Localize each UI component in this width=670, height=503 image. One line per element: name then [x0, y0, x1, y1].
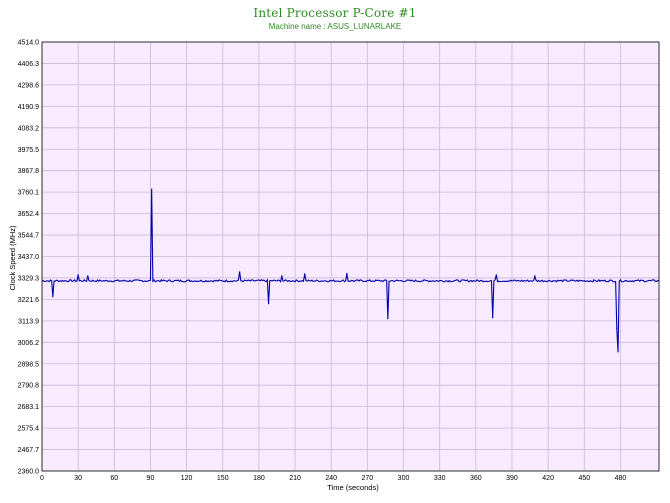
x-tick-label: 120 — [181, 475, 193, 482]
x-tick-label: 90 — [147, 475, 155, 482]
data-point — [495, 274, 497, 276]
data-point — [492, 317, 494, 319]
x-tick-label: 270 — [362, 475, 374, 482]
x-tick-label: 330 — [434, 475, 446, 482]
data-point — [77, 274, 79, 276]
y-tick-label: 3652.4 — [18, 211, 40, 218]
y-tick-label: 2898.5 — [18, 361, 40, 368]
x-axis-label: Time (seconds) — [327, 483, 379, 492]
x-tick-label: 240 — [325, 475, 337, 482]
y-tick-label: 2790.8 — [18, 383, 40, 390]
y-tick-label: 4190.9 — [18, 104, 40, 111]
y-tick-label: 3867.8 — [18, 168, 40, 175]
y-tick-label: 4514.0 — [18, 40, 40, 47]
x-tick-label: 210 — [289, 475, 301, 482]
data-point — [617, 351, 619, 353]
x-tick-label: 390 — [506, 475, 518, 482]
y-tick-label: 3975.5 — [18, 147, 40, 154]
y-axis-label: Clock Speed (MHz) — [8, 225, 17, 291]
x-tick-label: 450 — [578, 475, 590, 482]
data-point — [52, 296, 54, 298]
x-tick-label: 30 — [74, 475, 82, 482]
y-tick-label: 4083.2 — [18, 125, 40, 132]
data-point — [346, 272, 348, 275]
x-tick-label: 300 — [398, 475, 410, 482]
x-tick-label: 480 — [615, 475, 627, 482]
x-tick-label: 150 — [217, 475, 229, 482]
x-tick-label: 0 — [40, 475, 44, 482]
y-tick-label: 3221.6 — [18, 297, 40, 304]
y-tick-label: 3437.0 — [18, 254, 40, 261]
x-tick-label: 180 — [253, 475, 265, 482]
data-point — [304, 273, 306, 275]
x-tick-label: 420 — [542, 475, 554, 482]
y-tick-label: 3329.3 — [18, 275, 40, 282]
data-point — [387, 318, 389, 320]
y-tick-label: 3006.2 — [18, 340, 40, 347]
y-tick-label: 2683.1 — [18, 404, 40, 411]
data-point — [281, 275, 283, 277]
y-tick-label: 4406.3 — [18, 61, 40, 68]
y-tick-label: 2360.0 — [18, 469, 40, 476]
data-point — [151, 188, 153, 190]
y-tick-label: 2575.4 — [18, 426, 40, 433]
y-tick-label: 4298.6 — [18, 82, 40, 89]
data-point — [534, 275, 536, 277]
data-point — [239, 271, 241, 273]
data-point — [616, 327, 618, 330]
y-tick-label: 3544.7 — [18, 233, 40, 240]
y-tick-label: 2467.7 — [18, 447, 40, 454]
y-tick-label: 3760.1 — [18, 190, 40, 197]
x-tick-label: 60 — [110, 475, 118, 482]
y-tick-label: 3113.9 — [18, 318, 39, 325]
chart-canvas: 2360.02467.72575.42683.12790.82898.53006… — [8, 40, 660, 492]
data-point — [267, 303, 270, 305]
x-tick-label: 360 — [470, 475, 482, 482]
data-point — [87, 275, 89, 277]
